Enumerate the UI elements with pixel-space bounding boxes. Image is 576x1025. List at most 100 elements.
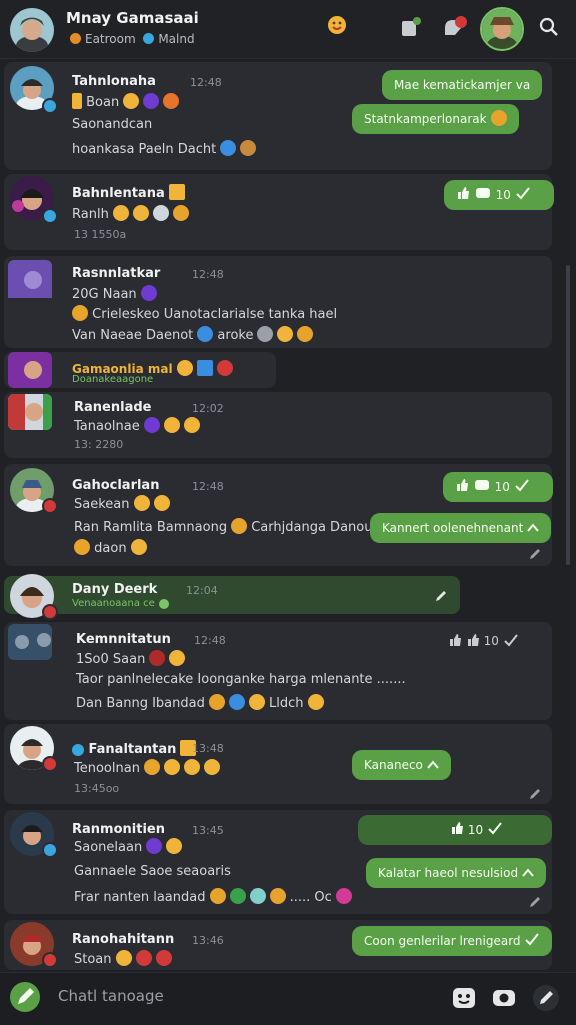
avatar[interactable]: [8, 624, 52, 660]
emoji-icon: [143, 93, 160, 109]
profile-avatar[interactable]: [480, 7, 524, 51]
status-badge: [42, 952, 58, 968]
check-icon: [487, 816, 503, 846]
thread-name: Fanaltantan: [72, 740, 197, 757]
thread-name: Ranmonitien: [72, 822, 165, 837]
compose-icon[interactable]: [400, 16, 422, 38]
emoji-icon: [149, 650, 166, 666]
avatar[interactable]: [8, 352, 52, 388]
reaction-bubble[interactable]: 10: [443, 472, 553, 502]
thread-time: 13: 2280: [74, 438, 124, 451]
edit-icon[interactable]: [528, 786, 542, 800]
emoji-icon: [132, 205, 149, 221]
thumbs-up-icon: [456, 181, 470, 211]
emoji-icon: [208, 694, 225, 710]
emoji-icon: [163, 93, 180, 109]
header-sub-left: Eatroom: [85, 32, 136, 46]
emoji-icon: [146, 838, 163, 854]
emoji-icon: [153, 495, 170, 511]
status-badge: [42, 98, 58, 114]
avatar[interactable]: [8, 394, 52, 430]
check-icon: [514, 473, 530, 503]
chat-icon: [474, 181, 492, 211]
thread-line: Saonelaan: [74, 838, 183, 855]
message-bubble[interactable]: Statnkamperlonarak: [352, 104, 519, 134]
thread-line: daon: [74, 539, 147, 556]
thread-line: Crieleskeo Uanotaclarialse tanka hael: [72, 305, 337, 322]
thread-line: Stoan: [74, 950, 172, 967]
emoji-icon: [248, 694, 265, 710]
thread-line: hoankasa Paeln Dacht: [72, 140, 257, 157]
thread-line: Saonandcan: [72, 117, 153, 132]
thread-name: Gahoclarlan: [72, 478, 160, 493]
emoji-icon: [135, 950, 152, 966]
thread-name: Ranenlade: [74, 400, 152, 415]
voice-button[interactable]: [10, 982, 40, 1012]
thread-line: Gannaele Saoe seaoaris: [74, 864, 231, 879]
thread-time: 12:48: [194, 634, 226, 647]
draw-icon[interactable]: [532, 984, 560, 1012]
emoji-icon: [220, 140, 237, 156]
emoji-icon: [203, 759, 220, 775]
thread-time: 12:04: [186, 584, 218, 597]
chevron-up-icon: [527, 514, 539, 544]
edit-icon[interactable]: [434, 588, 448, 602]
search-icon[interactable]: [538, 16, 560, 38]
emoji-icon: [163, 417, 180, 433]
scrollbar[interactable]: [566, 265, 570, 565]
emoji-icon: [240, 140, 257, 156]
thread-name: Dany Deerk: [72, 582, 158, 597]
message-bubble[interactable]: Kannert oolenehnenant: [370, 513, 552, 544]
status-badge: [42, 842, 58, 858]
reaction-bubble[interactable]: 10: [358, 815, 552, 845]
chat-icon: [473, 473, 491, 503]
thread-time: 13:45: [192, 824, 224, 837]
emoji-icon: [209, 888, 226, 904]
check-icon: [515, 181, 531, 211]
badge-icon: [168, 184, 185, 200]
emoji-icon: [216, 360, 233, 376]
emoji-icon: [130, 539, 147, 555]
thread-time: 12:48: [192, 268, 224, 281]
thread-line: 1So0 Saan: [76, 650, 186, 667]
page-title: Mnay Gamasaai: [66, 9, 199, 27]
message-bubble[interactable]: Coon genlerilar lrenigeard: [352, 926, 553, 956]
thread-line: 20G Naan: [72, 285, 157, 302]
emoji-icon: [176, 360, 193, 376]
message-bubble[interactable]: Mae kematickamjer va: [382, 70, 543, 100]
reaction-bubble[interactable]: 10: [444, 180, 554, 210]
emoji-icon: [229, 888, 246, 904]
sticker-icon[interactable]: [450, 984, 478, 1012]
emoji-icon: [183, 759, 200, 775]
thread-line: Tenoolnan: [74, 759, 220, 776]
thread-line: Saekean: [74, 495, 170, 512]
camera-icon[interactable]: [490, 984, 518, 1012]
emoji-icon[interactable]: [326, 14, 348, 36]
message-bubble[interactable]: Kananeco: [352, 750, 451, 780]
thumbs-up-icon: [450, 816, 464, 846]
message-bubble[interactable]: Kalatar haeol nesulsiod: [366, 858, 546, 888]
thread-name: Tahnlonaha: [72, 74, 156, 89]
reaction-row[interactable]: 10: [448, 633, 519, 650]
thread-name: Bahnlentana: [72, 184, 185, 201]
chevron-up-icon: [522, 859, 534, 889]
emoji-icon: [197, 326, 214, 342]
edit-icon[interactable]: [528, 894, 542, 908]
thread-line: Frar nanten laandad ..... Oc: [74, 888, 352, 905]
emoji-icon: [155, 950, 172, 966]
emoji-icon: [335, 888, 352, 904]
notifications-icon[interactable]: [442, 16, 467, 38]
edit-icon[interactable]: [528, 546, 542, 560]
status-badge: [42, 604, 58, 620]
thumbs-up-icon: [455, 473, 469, 503]
thread-name: Kemnnitatun: [76, 632, 171, 647]
thread-time: 12:48: [190, 76, 222, 89]
status-badge: [42, 498, 58, 514]
user-avatar[interactable]: [10, 8, 54, 52]
avatar[interactable]: [8, 260, 52, 304]
thumbs-up-icon: [466, 633, 480, 650]
thread-subtitle: Doanakeaagone: [72, 374, 154, 385]
message-input[interactable]: Chatl tanoage: [58, 987, 164, 1005]
emoji-icon: [183, 417, 200, 433]
chevron-up-icon: [426, 751, 439, 781]
